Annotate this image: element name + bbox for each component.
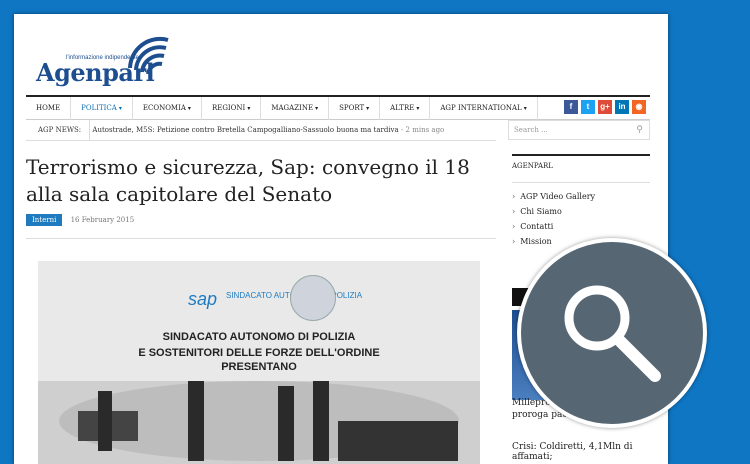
news-ticker: AGP NEWS: Autostrade, M5S: Petizione con… — [26, 120, 496, 141]
sidebar-story-2[interactable]: Crisi: Coldiretti, 4,1Mln di affamati; — [512, 442, 668, 462]
divider — [26, 238, 496, 239]
nav-item-agp-international[interactable]: AGP INTERNATIONAL ▾ — [430, 97, 538, 120]
social-links: f t g+ in ◉ — [564, 100, 646, 114]
linkedin-icon[interactable]: in — [615, 100, 629, 114]
zoom-overlay[interactable] — [517, 238, 707, 428]
sap-logo: sap — [188, 289, 218, 309]
nav-label: REGIONI — [211, 104, 246, 112]
nav-label: ECONOMIA — [142, 104, 186, 112]
magnifier-icon — [564, 285, 661, 382]
poster-line-3: PRESENTANO — [221, 361, 297, 373]
googleplus-icon[interactable]: g+ — [598, 100, 612, 114]
nav-label: HOME — [36, 104, 61, 112]
chevron-down-icon: ▾ — [315, 105, 319, 112]
nav-item-home[interactable]: HOME — [26, 97, 72, 120]
ticker-label: AGP NEWS: — [26, 120, 91, 140]
nav-item-altre[interactable]: ALTRE ▾ — [380, 97, 431, 120]
nav-label: ALTRE — [390, 104, 415, 112]
search-icon[interactable]: ⚲ — [636, 121, 643, 139]
nav-item-sport[interactable]: SPORT ▾ — [329, 97, 381, 120]
chevron-down-icon: ▾ — [366, 105, 370, 112]
site-logo[interactable]: Agenparl l'informazione indipendente — [32, 28, 182, 98]
logo-arcs-icon — [128, 36, 169, 75]
nav-item-magazine[interactable]: MAGAZINE ▾ — [261, 97, 330, 120]
police-crest-icon — [290, 275, 336, 321]
nav-label: AGP INTERNATIONAL — [440, 104, 522, 112]
article-image: sap SINDACATO AUTONOMO di POLIZIA SINDAC… — [38, 261, 480, 464]
nav-label: MAGAZINE — [271, 104, 314, 112]
sidebar-link-video-gallery[interactable]: AGP Video Gallery — [512, 189, 650, 204]
nav-label: SPORT — [339, 104, 365, 112]
chevron-down-icon: ▾ — [247, 105, 251, 112]
nav-item-politica[interactable]: POLITICA ▾ — [71, 97, 133, 120]
main-navigation: HOME POLITICA ▾ ECONOMIA ▾ REGIONI ▾ MAGAZI… — [26, 95, 650, 120]
nav-label: POLITICA — [81, 104, 117, 112]
ticker-headline[interactable]: Autostrade, M5S: Petizione contro Bretel… — [92, 126, 398, 134]
search-placeholder: Search ... — [514, 126, 548, 134]
ticker-time: - 2 mins ago — [400, 126, 445, 134]
search-input[interactable]: Search ... ⚲ — [508, 120, 650, 140]
chevron-down-icon: ▾ — [187, 105, 191, 112]
sidebar: AGENPARL AGP Video Gallery Chi Siamo Con… — [512, 154, 650, 249]
chevron-down-icon: ▾ — [523, 105, 527, 112]
nav-item-regioni[interactable]: REGIONI ▾ — [202, 97, 262, 120]
sidebar-heading: AGENPARL — [512, 154, 650, 183]
poster-line-1: SINDACATO AUTONOMO DI POLIZIA — [162, 331, 356, 343]
article-title: Terrorismo e sicurezza, Sap: convegno il… — [26, 155, 470, 206]
article-meta: Interni 16 February 2015 — [26, 214, 134, 226]
category-badge[interactable]: Interni — [26, 214, 63, 226]
twitter-icon[interactable]: t — [581, 100, 595, 114]
poster-line-2: E SOSTENITORI DELLE FORZE DELL'ORDINE — [138, 347, 380, 359]
rss-icon[interactable]: ◉ — [632, 100, 646, 114]
nav-item-economia[interactable]: ECONOMIA ▾ — [133, 97, 202, 120]
sidebar-link-chi-siamo[interactable]: Chi Siamo — [512, 204, 650, 219]
facebook-icon[interactable]: f — [564, 100, 578, 114]
sidebar-link-contatti[interactable]: Contatti — [512, 219, 650, 234]
article-date: 16 February 2015 — [70, 216, 135, 224]
chevron-down-icon: ▾ — [118, 105, 122, 112]
chevron-down-icon: ▾ — [416, 105, 420, 112]
